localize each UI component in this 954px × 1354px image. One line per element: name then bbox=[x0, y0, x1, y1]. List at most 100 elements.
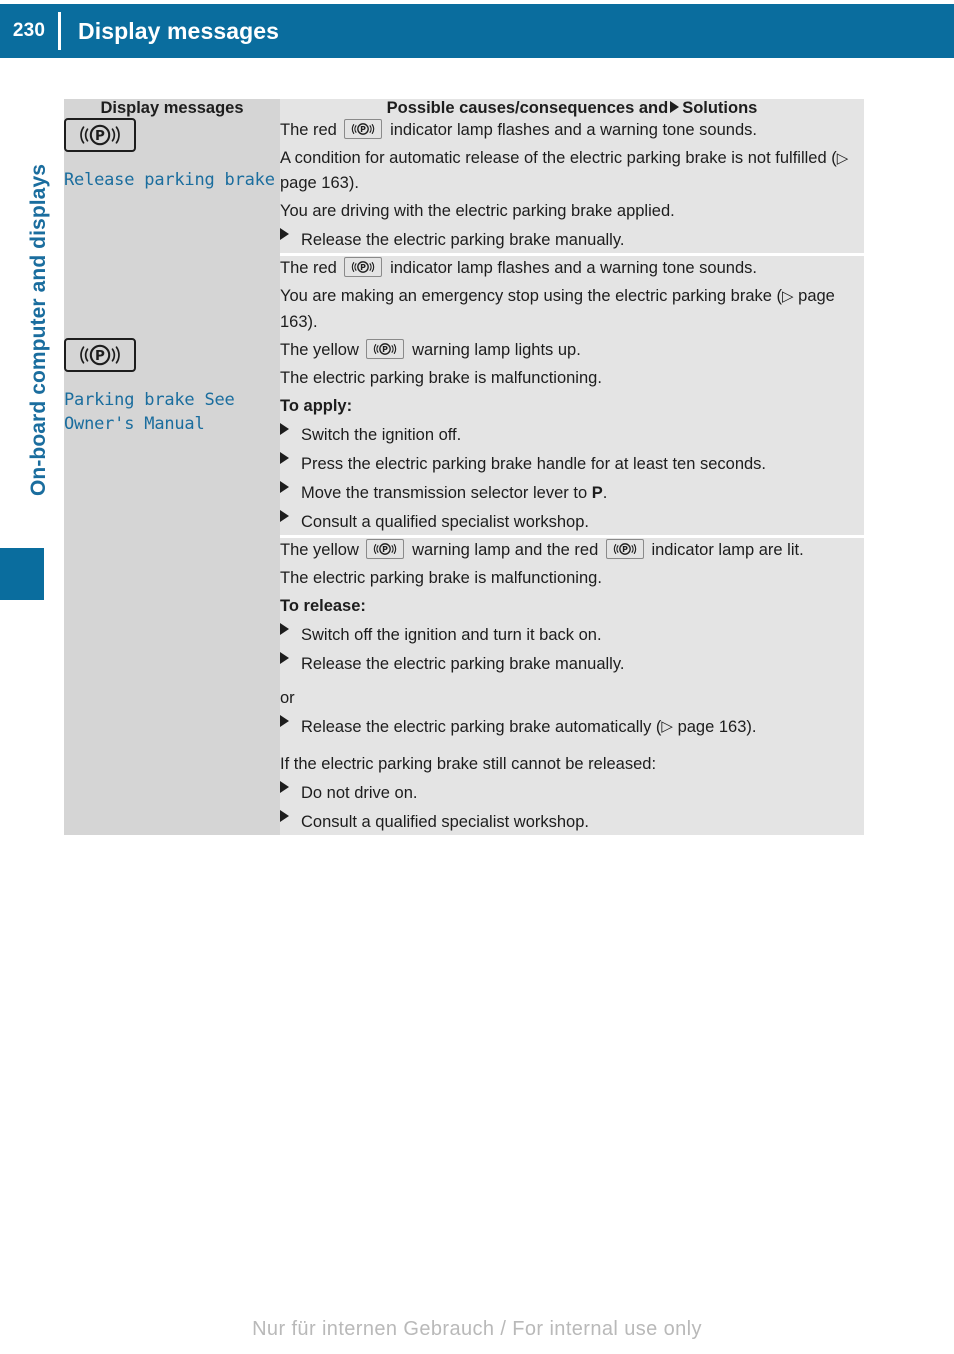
svg-text:P: P bbox=[95, 348, 105, 364]
solution-step-text: Release the electric parking brake manua… bbox=[301, 231, 625, 250]
solution-step-text: Consult a qualified specialist workshop. bbox=[301, 513, 589, 532]
page-reference: page 163 bbox=[280, 174, 349, 193]
solution-triangle-icon bbox=[670, 101, 680, 113]
detail-paragraph: The yellow P warning lamp and the red P … bbox=[280, 538, 864, 563]
step-triangle-icon bbox=[280, 510, 289, 523]
solution-step-text: Do not drive on. bbox=[301, 783, 418, 802]
solution-step-text-before: Move the transmission selector lever to bbox=[301, 484, 592, 503]
detail-paragraph: You are making an emergency stop using t… bbox=[280, 284, 864, 334]
page-header: 230 Display messages bbox=[0, 4, 954, 58]
solution-step: Consult a qualified specialist workshop. bbox=[280, 510, 864, 535]
solution-step: Consult a qualified specialist workshop. bbox=[280, 809, 864, 835]
solution-step: Release the electric parking brake manua… bbox=[280, 228, 864, 253]
detail-text-after: indicator lamp flashes and a warning ton… bbox=[390, 259, 757, 278]
detail-paragraph: The yellow P warning lamp lights up. bbox=[280, 338, 864, 363]
detail-text-before: You are making an emergency stop using t… bbox=[280, 287, 783, 306]
detail-subheading-text: To release: bbox=[280, 597, 366, 616]
parking-brake-lamp-icon: P bbox=[344, 119, 383, 139]
message-detail-cell: The red P indicator lamp flashes and a w… bbox=[280, 118, 864, 255]
detail-text-after: ). bbox=[307, 312, 318, 331]
page-reference: page 163 bbox=[677, 717, 747, 736]
message-label-text: Parking brake See Owner's Manual bbox=[64, 389, 235, 435]
detail-text-before: The yellow bbox=[280, 340, 359, 359]
parking-brake-lamp-icon: P bbox=[64, 337, 136, 372]
solution-step: Switch off the ignition and turn it back… bbox=[280, 623, 864, 648]
detail-subheading: To apply: bbox=[280, 394, 864, 419]
message-detail-cell: The yellow P warning lamp lights up. The… bbox=[280, 337, 864, 537]
detail-subheading: To release: bbox=[280, 594, 864, 619]
detail-paragraph: The red P indicator lamp flashes and a w… bbox=[280, 118, 864, 143]
step-triangle-icon bbox=[280, 714, 289, 727]
solution-step-text: Switch off the ignition and turn it back… bbox=[301, 626, 602, 645]
chapter-tab-block bbox=[0, 548, 44, 600]
solution-step: Press the electric parking brake handle … bbox=[280, 451, 864, 477]
page-title: Display messages bbox=[78, 17, 280, 44]
table-header-row: Display messages Possible causes/consequ… bbox=[64, 99, 864, 118]
step-triangle-icon bbox=[280, 780, 289, 793]
solution-step: Do not drive on. bbox=[280, 780, 864, 806]
detail-paragraph: You are driving with the electric parkin… bbox=[280, 202, 675, 221]
display-messages-table: Display messages Possible causes/consequ… bbox=[64, 99, 864, 835]
column-header-solutions-text: Solutions bbox=[682, 99, 758, 117]
detail-text-before: The red bbox=[280, 259, 337, 278]
detail-text-after: warning lamp lights up. bbox=[412, 340, 581, 359]
solution-step-text-before: Release the electric parking brake autom… bbox=[301, 717, 662, 736]
detail-paragraph: The electric parking brake is malfunctio… bbox=[280, 569, 602, 588]
svg-text:P: P bbox=[383, 545, 389, 554]
svg-text:P: P bbox=[95, 128, 105, 144]
detail-paragraph: A condition for automatic release of the… bbox=[280, 146, 864, 196]
detail-text-after: indicator lamp flashes and a warning ton… bbox=[390, 121, 757, 139]
parking-brake-lamp-icon: P bbox=[64, 118, 136, 152]
solution-step: Release the electric parking brake manua… bbox=[280, 652, 864, 677]
step-triangle-icon bbox=[280, 481, 289, 494]
detail-text-before: The yellow bbox=[280, 541, 359, 560]
detail-text-after: ). bbox=[348, 174, 359, 193]
footer-watermark: Nur für internen Gebrauch / For internal… bbox=[252, 1318, 702, 1340]
solution-step-text: Consult a qualified specialist workshop. bbox=[301, 812, 589, 831]
solution-step-text: Press the electric parking brake handle … bbox=[301, 454, 767, 473]
chapter-label: On-board computer and displays bbox=[27, 163, 50, 497]
table-row: P Parking brake See Owner's Manual The y… bbox=[64, 337, 864, 835]
page-reference-icon: ▷ bbox=[661, 718, 673, 736]
svg-text:P: P bbox=[361, 125, 367, 134]
solution-step: Switch the ignition off. bbox=[280, 422, 864, 448]
svg-text:P: P bbox=[383, 345, 389, 354]
detail-text-after: indicator lamp are lit. bbox=[651, 541, 804, 560]
detail-text-middle: warning lamp and the red bbox=[412, 541, 599, 560]
detail-paragraph: If the electric parking brake still cann… bbox=[280, 754, 657, 773]
solution-step: Move the transmission selector lever to … bbox=[280, 481, 864, 506]
step-triangle-icon bbox=[280, 228, 289, 241]
column-header-causes-solutions: Possible causes/consequences and Solution… bbox=[280, 99, 864, 118]
table-row: P Release parking brake The red P indica… bbox=[64, 118, 864, 338]
solution-step-text: Switch the ignition off. bbox=[301, 425, 462, 444]
parking-brake-lamp-icon: P bbox=[344, 257, 383, 278]
step-triangle-icon bbox=[280, 652, 289, 665]
detail-paragraph: The red P indicator lamp flashes and a w… bbox=[280, 256, 864, 281]
solution-step-text: Release the electric parking brake manua… bbox=[301, 655, 625, 674]
step-triangle-icon bbox=[280, 422, 289, 435]
page-reference-icon: ▷ bbox=[836, 149, 849, 167]
page-reference-icon: ▷ bbox=[782, 287, 794, 305]
parking-brake-lamp-icon: P bbox=[605, 539, 644, 560]
solution-step-text-after: . bbox=[602, 484, 608, 503]
message-detail-cell: The red P indicator lamp flashes and a w… bbox=[280, 253, 864, 338]
chapter-marker: On-board computer and displays bbox=[0, 110, 50, 550]
message-label-cell-parking-brake-see-owners-manual: P Parking brake See Owner's Manual bbox=[64, 337, 280, 835]
svg-text:P: P bbox=[622, 545, 628, 554]
message-detail-cell: The yellow P warning lamp and the red P … bbox=[280, 535, 864, 835]
parking-brake-lamp-icon: P bbox=[366, 338, 405, 359]
step-triangle-icon bbox=[280, 809, 289, 822]
parking-brake-lamp-icon: P bbox=[366, 539, 405, 560]
solution-step-emphasis: P bbox=[591, 484, 603, 503]
message-label-cell-release-parking-brake: P Release parking brake bbox=[64, 118, 280, 338]
detail-subheading-text: To apply: bbox=[280, 396, 353, 415]
detail-text-before: The red bbox=[280, 121, 337, 139]
step-triangle-icon bbox=[280, 451, 289, 464]
column-header-causes-text: Possible causes/consequences and bbox=[386, 99, 669, 117]
solution-step-text-after: ). bbox=[746, 717, 757, 736]
solution-step: Release the electric parking brake autom… bbox=[280, 714, 864, 740]
svg-text:P: P bbox=[361, 263, 367, 272]
detail-paragraph: The electric parking brake is malfunctio… bbox=[280, 368, 602, 387]
alternative-separator: or bbox=[280, 688, 295, 707]
message-label-text: Release parking brake bbox=[64, 170, 275, 190]
